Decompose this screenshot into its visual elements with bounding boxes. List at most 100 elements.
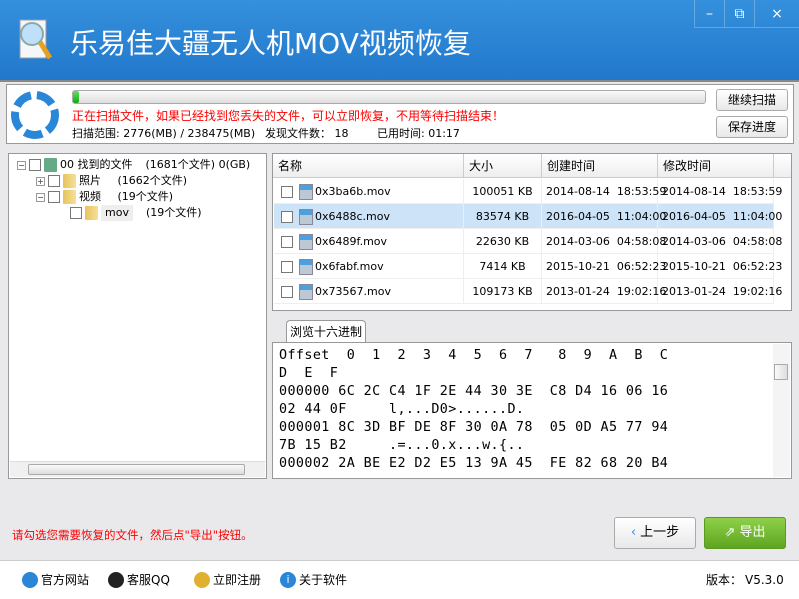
key-icon: [194, 571, 210, 588]
restore-button[interactable]: ⧉: [724, 0, 754, 28]
tree-node-photos[interactable]: + 照片 (1662个文件): [36, 173, 187, 189]
node-count: (19个文件): [145, 206, 202, 219]
hint-text: 请勾选您需要恢复的文件，然后点"导出"按钮。: [12, 528, 253, 542]
scan-panel: 正在扫描文件，如果已经找到您丢失的文件，可以立即恢复，不用等待扫描结束！ 扫描范…: [6, 84, 794, 144]
video-file-icon: [299, 209, 313, 225]
close-button[interactable]: ×: [754, 0, 799, 28]
video-file-icon: [299, 284, 313, 300]
checkbox[interactable]: [70, 207, 82, 219]
node-label: 视频: [79, 190, 101, 203]
tab-hex-view[interactable]: 浏览十六进制: [286, 320, 366, 343]
found-value: 18: [334, 127, 349, 140]
elapsed-time: 已用时间: 01:17: [377, 125, 460, 141]
minimize-button[interactable]: –: [694, 0, 724, 28]
tree-node-root[interactable]: − 00 找到的文件 (1681个文件) 0(GB): [17, 157, 250, 173]
modified-time: 2014-03-06 04:58:08: [658, 229, 782, 254]
elapsed-label: 已用时间:: [377, 127, 425, 140]
scan-range-label: 扫描范围:: [72, 127, 120, 140]
back-button[interactable]: ‹ 上一步: [614, 517, 696, 549]
info-icon: i: [280, 571, 296, 588]
export-button[interactable]: ⇗ 导出: [704, 517, 786, 549]
node-count: (1662个文件): [117, 174, 188, 187]
table-row[interactable]: 0x3ba6b.mov 100051 KB 2014-08-14 18:53:5…: [274, 179, 782, 204]
file-name: 0x6fabf.mov: [315, 260, 384, 273]
table-row[interactable]: 0x6488c.mov 83574 KB 2016-04-05 11:04:00…: [274, 204, 782, 229]
version-label: 版本：: [706, 573, 743, 587]
file-size: 109173 KB: [464, 279, 542, 304]
modified-time: 2014-08-14 18:53:59: [658, 179, 782, 204]
modified-time: 2015-10-21 06:52:23: [658, 254, 782, 279]
register-link[interactable]: 立即注册: [194, 571, 261, 588]
file-name: 0x73567.mov: [315, 285, 391, 298]
node-label: 照片: [79, 174, 101, 187]
column-header-size[interactable]: 大小: [464, 154, 542, 178]
hex-vertical-scrollbar[interactable]: [773, 344, 790, 477]
checkbox[interactable]: [29, 159, 41, 171]
progress-fill: [73, 91, 80, 103]
node-count: (19个文件): [117, 190, 174, 203]
file-size: 7414 KB: [464, 254, 542, 279]
checkbox[interactable]: [48, 191, 60, 203]
created-time: 2014-03-06 04:58:08: [542, 229, 666, 254]
table-row[interactable]: 0x6fabf.mov 7414 KB 2015-10-21 06:52:23 …: [274, 254, 782, 279]
hex-line: 000002 2A BE E2 D2 E5 13 9A 45 FE 82 68 …: [279, 456, 669, 471]
row-checkbox[interactable]: [281, 211, 293, 223]
tree-horizontal-scrollbar[interactable]: [10, 461, 265, 477]
folder-icon: [63, 190, 76, 204]
folder-icon: [63, 174, 76, 188]
collapse-icon[interactable]: −: [36, 192, 45, 202]
row-checkbox[interactable]: [281, 186, 293, 198]
created-time: 2014-08-14 18:53:59: [542, 179, 666, 204]
found-label: 发现文件数：: [265, 127, 331, 140]
scan-logo-icon: [11, 91, 59, 139]
row-checkbox[interactable]: [281, 286, 293, 298]
created-time: 2016-04-05 11:04:00: [542, 204, 666, 229]
scan-message: 正在扫描文件，如果已经找到您丢失的文件，可以立即恢复，不用等待扫描结束！: [72, 109, 505, 123]
table-row[interactable]: 0x6489f.mov 22630 KB 2014-03-06 04:58:08…: [274, 229, 782, 254]
node-label: mov: [101, 205, 133, 221]
modified-time: 2013-01-24 19:02:16: [658, 279, 782, 304]
save-progress-button[interactable]: 保存进度: [716, 116, 788, 138]
continue-scan-button[interactable]: 继续扫描: [716, 89, 788, 111]
scan-range-value: 2776(MB) / 238475(MB): [123, 127, 256, 140]
file-list: 名称 大小 创建时间 修改时间 0x3ba6b.mov 100051 KB 20…: [272, 153, 792, 311]
modified-time: 2016-04-05 11:04:00: [658, 204, 782, 229]
tree-node-video[interactable]: − 视频 (19个文件): [36, 189, 173, 205]
node-count: (1681个文件) 0(GB): [145, 158, 251, 171]
hex-viewer: Offset 0 1 2 3 4 5 6 7 8 9 A B C D E F 000…: [272, 342, 792, 479]
version-info: 版本： V5.3.0: [706, 571, 784, 588]
hex-line: 000000 6C 2C C4 1F 2E 44 30 3E C8 D4 16 …: [279, 384, 669, 399]
hex-line: 02 44 0F l,...D0>......D.: [279, 402, 525, 417]
footer: 官方网站 客服QQ 立即注册 i 关于软件 版本： V5.3.0: [0, 560, 799, 599]
expand-icon[interactable]: +: [36, 176, 45, 186]
row-checkbox[interactable]: [281, 236, 293, 248]
file-name: 0x6488c.mov: [315, 210, 391, 223]
row-checkbox[interactable]: [281, 261, 293, 273]
checkbox[interactable]: [48, 175, 60, 187]
export-icon: ⇗: [724, 525, 736, 540]
found-count: 发现文件数： 18: [265, 125, 349, 141]
app-title: 乐易佳大疆无人机MOV视频恢复: [70, 27, 471, 60]
node-label: 00 找到的文件: [60, 158, 133, 171]
file-size: 83574 KB: [464, 204, 542, 229]
hex-line: 7B 15 B2 .=...0.x...w.{..: [279, 438, 525, 453]
about-link[interactable]: i 关于软件: [280, 571, 347, 588]
title-bar: 乐易佳大疆无人机MOV视频恢复 – ⧉ ×: [0, 0, 799, 82]
chevron-left-icon: ‹: [630, 525, 637, 540]
video-file-icon: [299, 234, 313, 250]
column-header-created[interactable]: 创建时间: [542, 154, 658, 178]
drive-icon: [44, 158, 57, 172]
column-header-name[interactable]: 名称: [273, 154, 464, 178]
scan-progress-bar: [72, 90, 706, 104]
folder-icon: [85, 206, 98, 220]
hex-line: Offset 0 1 2 3 4 5 6 7 8 9 A B C: [279, 348, 669, 363]
collapse-icon[interactable]: −: [17, 160, 26, 170]
support-qq-link[interactable]: 客服QQ: [108, 571, 170, 588]
cell-name: 0x73567.mov: [274, 279, 464, 304]
elapsed-value: 01:17: [428, 127, 460, 140]
export-label: 导出: [739, 525, 766, 540]
tree-node-mov[interactable]: mov (19个文件): [70, 205, 202, 221]
column-header-modified[interactable]: 修改时间: [658, 154, 774, 178]
official-site-link[interactable]: 官方网站: [22, 571, 89, 588]
table-row[interactable]: 0x73567.mov 109173 KB 2013-01-24 19:02:1…: [274, 279, 782, 304]
